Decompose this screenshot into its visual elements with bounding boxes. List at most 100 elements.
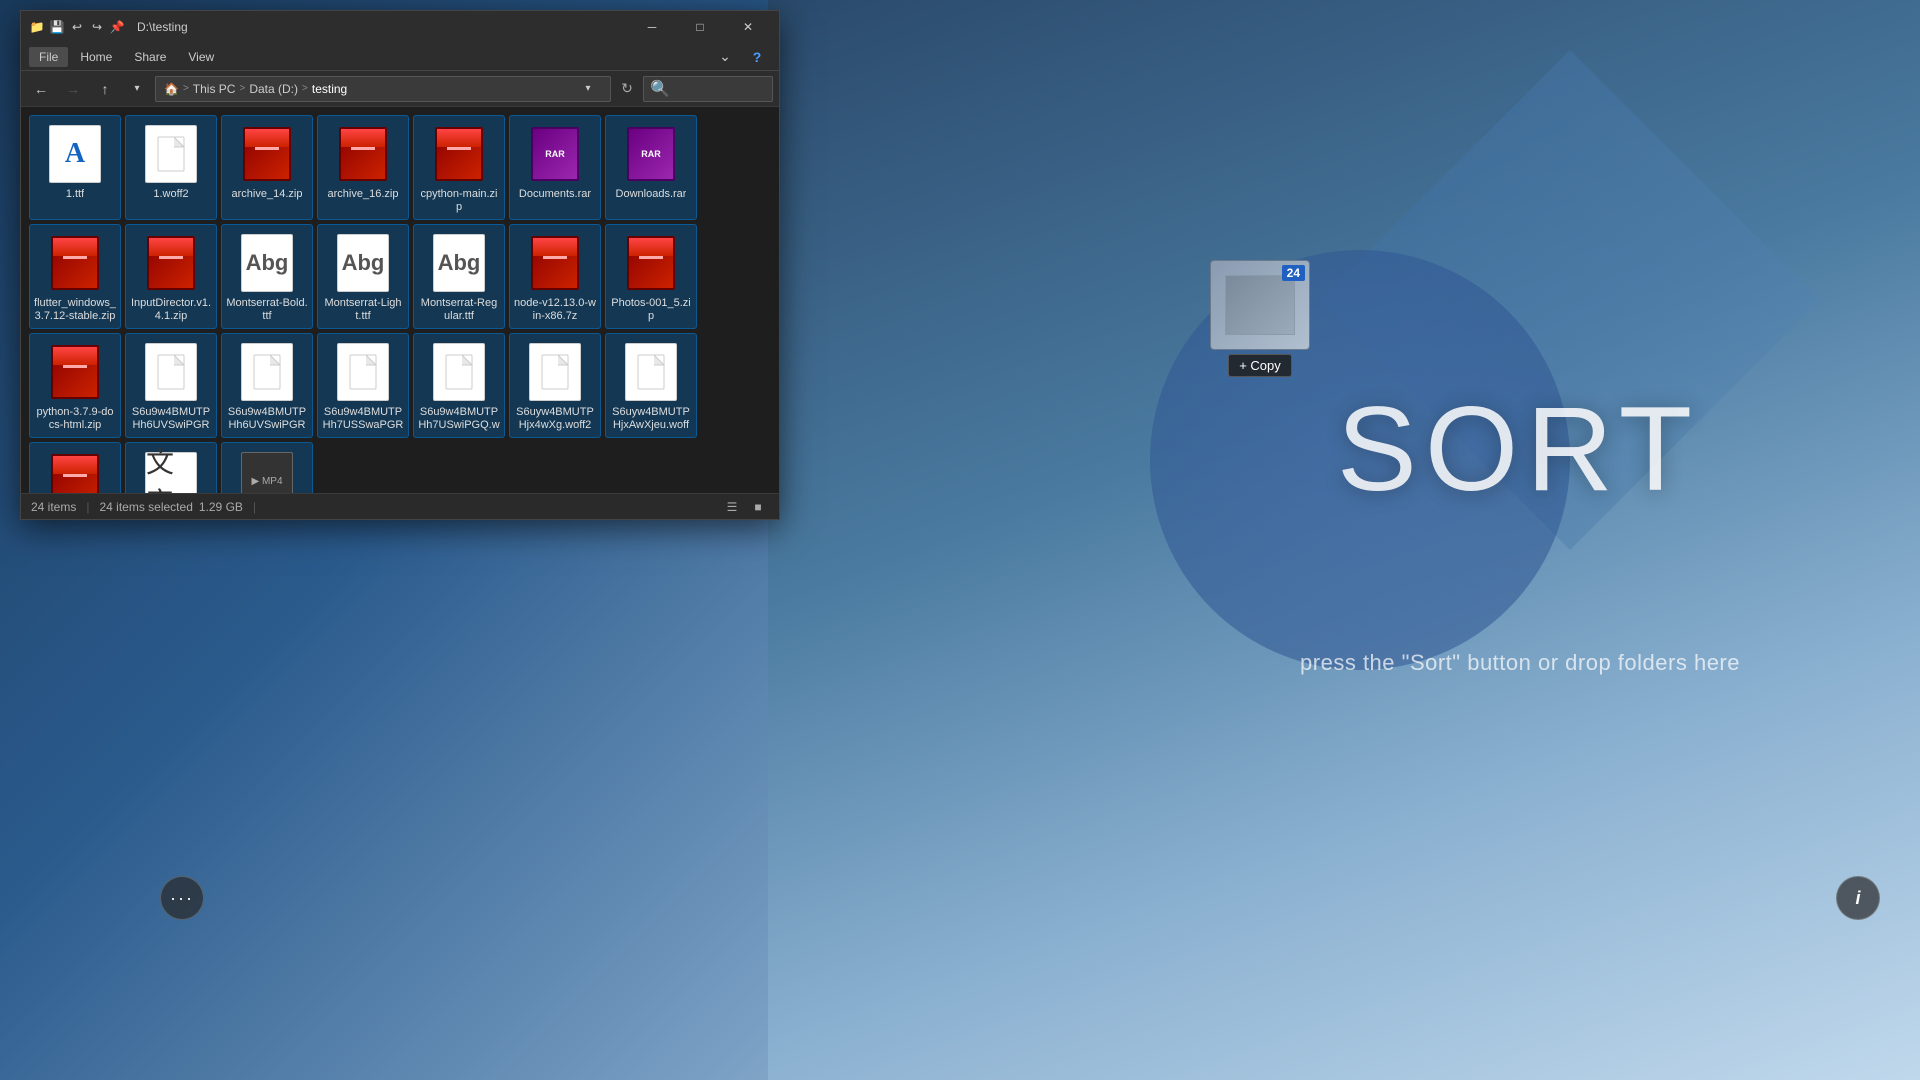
- menu-view[interactable]: View: [178, 47, 224, 67]
- file-item[interactable]: InputDirector.v1.4.1.zip: [125, 224, 217, 329]
- files-grid: A 1.ttf 1.woff2 archive_14.zip archive_16…: [29, 115, 771, 493]
- file-item[interactable]: python-3.7.9-docs-html.zip: [29, 333, 121, 438]
- forward-button[interactable]: →: [59, 75, 87, 103]
- file-label: 1.ttf: [66, 188, 84, 201]
- title-icon-folder: 📁: [29, 19, 45, 35]
- list-view-button[interactable]: ☰: [721, 498, 743, 516]
- file-icon: 文字: [139, 449, 203, 493]
- file-item[interactable]: archive_14.zip: [221, 115, 313, 220]
- zip-icon-inner: [531, 236, 579, 290]
- blank-icon: [529, 343, 581, 401]
- breadcrumb-folder[interactable]: testing: [312, 82, 347, 96]
- dots-menu-button[interactable]: ···: [160, 876, 204, 920]
- file-label: S6u9w4BMUTPHh6UVSwiPGR_p.woff2: [130, 406, 212, 431]
- zip-icon-inner: [51, 454, 99, 493]
- blank-icon: [241, 343, 293, 401]
- search-input[interactable]: [674, 82, 829, 96]
- minimize-button[interactable]: ─: [629, 11, 675, 43]
- file-icon: Abg: [331, 231, 395, 295]
- maximize-button[interactable]: □: [677, 11, 723, 43]
- blank-icon: [625, 343, 677, 401]
- file-label: Montserrat-Regular.ttf: [418, 297, 500, 322]
- file-icon: [619, 231, 683, 295]
- title-bar-system-icons: 📁 💾 ↩ ↪ 📌: [29, 19, 125, 35]
- grid-view-button[interactable]: ■: [747, 498, 769, 516]
- info-button[interactable]: i: [1836, 876, 1880, 920]
- file-item[interactable]: Photos-001_5.zip: [605, 224, 697, 329]
- file-icon: RAR: [619, 122, 683, 186]
- zip-icon: [145, 234, 197, 292]
- address-home-icon: 🏠: [164, 82, 179, 96]
- file-item[interactable]: S6u9w4BMUTPHh7USSwaPGR_p.woff2: [317, 333, 409, 438]
- file-item[interactable]: S6uyw4BMUTPHjxAwXjeu.woff2: [605, 333, 697, 438]
- title-bar: 📁 💾 ↩ ↪ 📌 D:\testing ─ □ ✕: [21, 11, 779, 43]
- up-button[interactable]: ↑: [91, 75, 119, 103]
- file-item[interactable]: A 1.ttf: [29, 115, 121, 220]
- file-item[interactable]: 1.woff2: [125, 115, 217, 220]
- blank-icon: [433, 343, 485, 401]
- file-item[interactable]: AbgMontserrat-Bold.ttf: [221, 224, 313, 329]
- zip-icon: [433, 125, 485, 183]
- menu-help[interactable]: ?: [743, 43, 771, 71]
- search-box[interactable]: 🔍: [643, 76, 773, 102]
- breadcrumb-data[interactable]: Data (D:): [249, 82, 298, 96]
- file-item[interactable]: S6u9w4BMUTPHh7USwiPGQ.woff2: [413, 333, 505, 438]
- menu-file[interactable]: File: [29, 47, 68, 67]
- back-button[interactable]: ←: [27, 75, 55, 103]
- file-icon: [235, 122, 299, 186]
- file-item[interactable]: S6uyw4BMUTPHjx4wXg.woff2: [509, 333, 601, 438]
- file-item[interactable]: AbgMontserrat-Light.ttf: [317, 224, 409, 329]
- menu-home[interactable]: Home: [70, 47, 122, 67]
- file-item[interactable]: ▶ MP4VID_20221111_093510.mp4: [221, 442, 313, 493]
- title-icon-save: 💾: [49, 19, 65, 35]
- close-button[interactable]: ✕: [725, 11, 771, 43]
- menu-share[interactable]: Share: [124, 47, 176, 67]
- file-label: 1.woff2: [153, 188, 188, 201]
- file-label: python-3.7.9-docs-html.zip: [34, 406, 116, 431]
- navigation-bar: ← → ↑ ▾ 🏠 > This PC > Data (D:) > testin…: [21, 71, 779, 107]
- rar-icon: RAR: [625, 125, 677, 183]
- address-bar-dropdown[interactable]: ▾: [574, 75, 602, 103]
- file-label: InputDirector.v1.4.1.zip: [130, 297, 212, 322]
- blank-icon: [337, 343, 389, 401]
- file-item[interactable]: archive_16.zip: [317, 115, 409, 220]
- file-item[interactable]: AbgMontserrat-Regular.ttf: [413, 224, 505, 329]
- breadcrumb-this-pc[interactable]: This PC: [193, 82, 236, 96]
- file-icon: [523, 340, 587, 404]
- file-label: S6uyw4BMUTPHjxAwXjeu.woff2: [610, 406, 692, 431]
- font-abg-icon: Abg: [241, 234, 293, 292]
- file-item[interactable]: RAR Downloads.rar: [605, 115, 697, 220]
- file-item[interactable]: node-v12.13.0-win-x86.7z: [509, 224, 601, 329]
- file-label: archive_14.zip: [232, 188, 303, 201]
- file-item[interactable]: S6u9w4BMUTPHh6UVSwiPGR_p.woff2: [125, 333, 217, 438]
- menu-chevron-down[interactable]: ⌄: [711, 43, 739, 71]
- title-icon-pin: 📌: [109, 19, 125, 35]
- zip-icon-inner: [339, 127, 387, 181]
- files-area[interactable]: A 1.ttf 1.woff2 archive_14.zip archive_16…: [21, 107, 779, 493]
- blank-icon: [145, 125, 197, 183]
- mp4-icon: ▶ MP4: [241, 452, 293, 493]
- file-icon: [139, 340, 203, 404]
- file-label: S6u9w4BMUTPHh6UVSwiPGR_p.woff2: [226, 406, 308, 431]
- file-item[interactable]: S6u9w4BMUTPHh6UVSwiPGR_p.woff2: [221, 333, 313, 438]
- file-icon: [427, 122, 491, 186]
- file-item[interactable]: screenshots.zip: [29, 442, 121, 493]
- file-copy-widget[interactable]: 24 + Copy: [1210, 260, 1310, 377]
- file-item[interactable]: 文字Symbola.ttf: [125, 442, 217, 493]
- file-label: S6u9w4BMUTPHh7USwiPGQ.woff2: [418, 406, 500, 431]
- file-item[interactable]: flutter_windows_3.7.12-stable.zip: [29, 224, 121, 329]
- title-icon-undo: ↩: [69, 19, 85, 35]
- file-item[interactable]: cpython-main.zip: [413, 115, 505, 220]
- file-label: Montserrat-Light.ttf: [322, 297, 404, 322]
- file-icon: RAR: [523, 122, 587, 186]
- recent-locations-button[interactable]: ▾: [123, 75, 151, 103]
- zip-icon-inner: [51, 236, 99, 290]
- refresh-button[interactable]: ↻: [615, 77, 639, 101]
- title-bar-controls: ─ □ ✕: [629, 11, 771, 43]
- sort-hint-text: press the "Sort" button or drop folders …: [1300, 650, 1740, 676]
- rar-icon-inner: RAR: [531, 127, 579, 181]
- file-item[interactable]: RAR Documents.rar: [509, 115, 601, 220]
- address-bar[interactable]: 🏠 > This PC > Data (D:) > testing ▾: [155, 76, 611, 102]
- file-label: archive_16.zip: [328, 188, 399, 201]
- file-icon: A: [43, 122, 107, 186]
